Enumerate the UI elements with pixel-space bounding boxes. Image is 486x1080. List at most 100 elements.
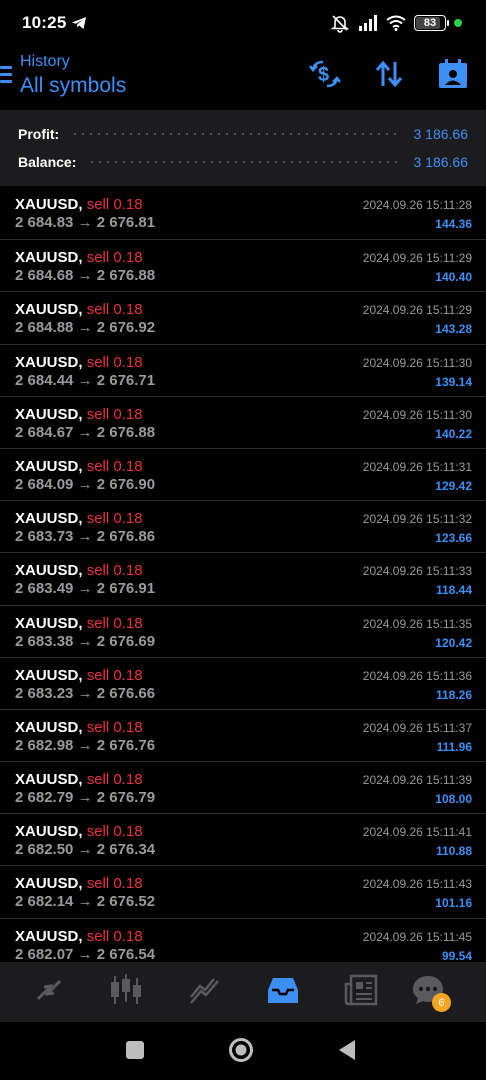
trade-profit: 144.36 — [435, 217, 472, 231]
trade-side: sell 0.18 — [86, 718, 143, 736]
trade-symbol: XAUUSD, sell 0.18 — [15, 458, 143, 475]
nav-quotes[interactable] — [29, 972, 69, 1012]
trade-symbol: XAUUSD, sell 0.18 — [15, 406, 143, 423]
balance-value: 3 186.66 — [413, 154, 469, 170]
symbol-name: XAUUSD, — [15, 405, 83, 423]
trade-side: sell 0.18 — [86, 510, 143, 528]
trade-time: 2024.09.26 15:11:30 — [362, 407, 472, 422]
trade-side: sell 0.18 — [86, 771, 143, 789]
trade-profit: 118.26 — [435, 687, 472, 702]
history-icon — [266, 975, 300, 1010]
trade-profit: 120.42 — [435, 635, 472, 650]
trade-row[interactable]: XAUUSD, sell 0.18 2 684.68 → 2 676.88 2024… — [0, 239, 486, 291]
trade-side: sell 0.18 — [86, 614, 143, 632]
trade-row[interactable]: XAUUSD, sell 0.18 2 684.67 → 2 676.88 2024… — [0, 395, 486, 448]
trade-profit: 139.14 — [435, 374, 472, 389]
trade-prices: 2 682.07 → 2 676.54 — [15, 945, 156, 962]
nav-chat[interactable]: 6 — [408, 972, 451, 1012]
dotted-leader — [71, 133, 402, 135]
trade-row[interactable]: XAUUSD, sell 0.18 2 682.98 → 2 676.76 2024… — [0, 708, 486, 761]
trade-time: 2024.09.26 15:11:37 — [362, 720, 472, 735]
trade-row[interactable]: XAUUSD, sell 0.18 2 682.50 → 2 676.34 2024… — [0, 813, 486, 865]
symbol-name: XAUUSD, — [15, 718, 83, 736]
symbol-name: XAUUSD, — [15, 301, 83, 319]
recents-icon — [125, 1040, 145, 1065]
trade-row[interactable]: XAUUSD, sell 0.18 2 683.38 → 2 676.69 2024… — [0, 604, 486, 657]
balance-label: Balance: — [18, 154, 77, 170]
nav-news[interactable] — [341, 972, 381, 1012]
calendar-user-button[interactable] — [433, 58, 473, 94]
trade-side: sell 0.18 — [86, 927, 143, 945]
trade-prices: 2 684.09 → 2 676.90 — [15, 475, 156, 493]
trade-row[interactable]: XAUUSD, sell 0.18 2 682.79 → 2 676.79 2024… — [0, 761, 486, 813]
svg-text:$: $ — [318, 64, 329, 86]
trade-row[interactable]: XAUUSD, sell 0.18 2 684.88 → 2 676.92 2024… — [0, 291, 486, 343]
trade-profit: 140.22 — [435, 426, 472, 441]
trade-side: sell 0.18 — [86, 562, 143, 580]
trade-prices: 2 684.44 → 2 676.71 — [15, 371, 156, 389]
trade-prices: 2 683.73 → 2 676.86 — [15, 528, 156, 546]
trade-prices: 2 683.38 → 2 676.69 — [15, 632, 156, 650]
trade-row[interactable]: XAUUSD, sell 0.18 2 683.49 → 2 676.91 2024… — [0, 552, 486, 604]
symbol-name: XAUUSD, — [15, 823, 83, 841]
menu-icon[interactable] — [0, 66, 12, 84]
status-bar: 10:25 83 — [0, 0, 486, 46]
trade-prices: 2 682.79 → 2 676.79 — [15, 789, 156, 807]
sort-button[interactable] — [369, 58, 409, 94]
nav-trade[interactable] — [185, 972, 225, 1012]
trade-prices: 2 684.88 → 2 676.92 — [15, 319, 156, 337]
wifi-icon — [386, 15, 406, 31]
trade-profit: 110.88 — [435, 844, 472, 859]
home-icon — [228, 1037, 254, 1068]
trade-profit: 99.54 — [441, 948, 472, 962]
home-button[interactable] — [227, 1037, 255, 1068]
trade-profit: 129.42 — [435, 478, 472, 493]
trade-side: sell 0.18 — [86, 353, 143, 371]
symbol-name: XAUUSD, — [15, 771, 83, 789]
trade-side: sell 0.18 — [86, 457, 143, 475]
trade-list[interactable]: XAUUSD, sell 0.18 2 684.83 → 2 676.81 2024… — [0, 187, 486, 962]
bottom-nav: 6 — [0, 962, 486, 1022]
nav-history[interactable] — [263, 972, 303, 1012]
telegram-icon — [70, 14, 88, 32]
recents-button[interactable] — [121, 1038, 149, 1066]
trade-prices: 2 684.67 → 2 676.88 — [15, 423, 156, 441]
status-time: 10:25 — [22, 13, 67, 32]
nav-chart[interactable] — [106, 972, 146, 1012]
trade-side: sell 0.18 — [86, 666, 143, 684]
trade-row[interactable]: XAUUSD, sell 0.18 2 683.23 → 2 676.66 2024… — [0, 656, 486, 709]
currency-exchange-button[interactable]: $ — [305, 58, 345, 94]
trade-symbol: XAUUSD, sell 0.18 — [15, 615, 143, 632]
battery-icon: 83 — [414, 15, 449, 31]
balance-row: Balance: 3 186.66 — [18, 152, 468, 172]
trade-profit: 123.66 — [435, 531, 472, 546]
page-title[interactable]: All symbols — [20, 74, 126, 98]
symbol-name: XAUUSD, — [15, 510, 83, 528]
symbol-name: XAUUSD, — [15, 562, 83, 580]
trade-icon — [188, 973, 222, 1012]
symbol-name: XAUUSD, — [15, 196, 83, 213]
symbol-name: XAUUSD, — [15, 457, 83, 475]
trade-symbol: XAUUSD, sell 0.18 — [15, 510, 143, 527]
trade-row[interactable]: XAUUSD, sell 0.18 2 683.73 → 2 676.86 2024… — [0, 500, 486, 552]
news-icon — [344, 974, 378, 1011]
back-button[interactable] — [333, 1038, 361, 1066]
trade-time: 2024.09.26 15:11:32 — [362, 512, 472, 527]
trade-time: 2024.09.26 15:11:43 — [362, 877, 472, 892]
trade-row[interactable]: XAUUSD, sell 0.18 2 684.83 → 2 676.81 2024… — [0, 187, 486, 239]
chat-badge: 6 — [432, 993, 451, 1012]
trade-prices: 2 683.23 → 2 676.66 — [15, 684, 156, 702]
trade-prices: 2 684.83 → 2 676.81 — [15, 214, 156, 231]
trade-profit: 111.96 — [436, 739, 472, 754]
trade-row[interactable]: XAUUSD, sell 0.18 2 682.14 → 2 676.52 2024… — [0, 865, 486, 917]
dotted-leader — [88, 161, 402, 163]
symbol-name: XAUUSD, — [15, 666, 83, 684]
page-subtitle: History — [20, 53, 70, 70]
battery-level: 83 — [423, 17, 437, 29]
currency-exchange-icon: $ — [309, 59, 341, 94]
trade-row[interactable]: XAUUSD, sell 0.18 2 684.44 → 2 676.71 2024… — [0, 343, 486, 396]
trade-row[interactable]: XAUUSD, sell 0.18 2 682.07 → 2 676.54 2024… — [0, 917, 486, 962]
quotes-icon — [32, 973, 66, 1012]
trade-side: sell 0.18 — [86, 249, 143, 267]
trade-row[interactable]: XAUUSD, sell 0.18 2 684.09 → 2 676.90 2024… — [0, 447, 486, 500]
